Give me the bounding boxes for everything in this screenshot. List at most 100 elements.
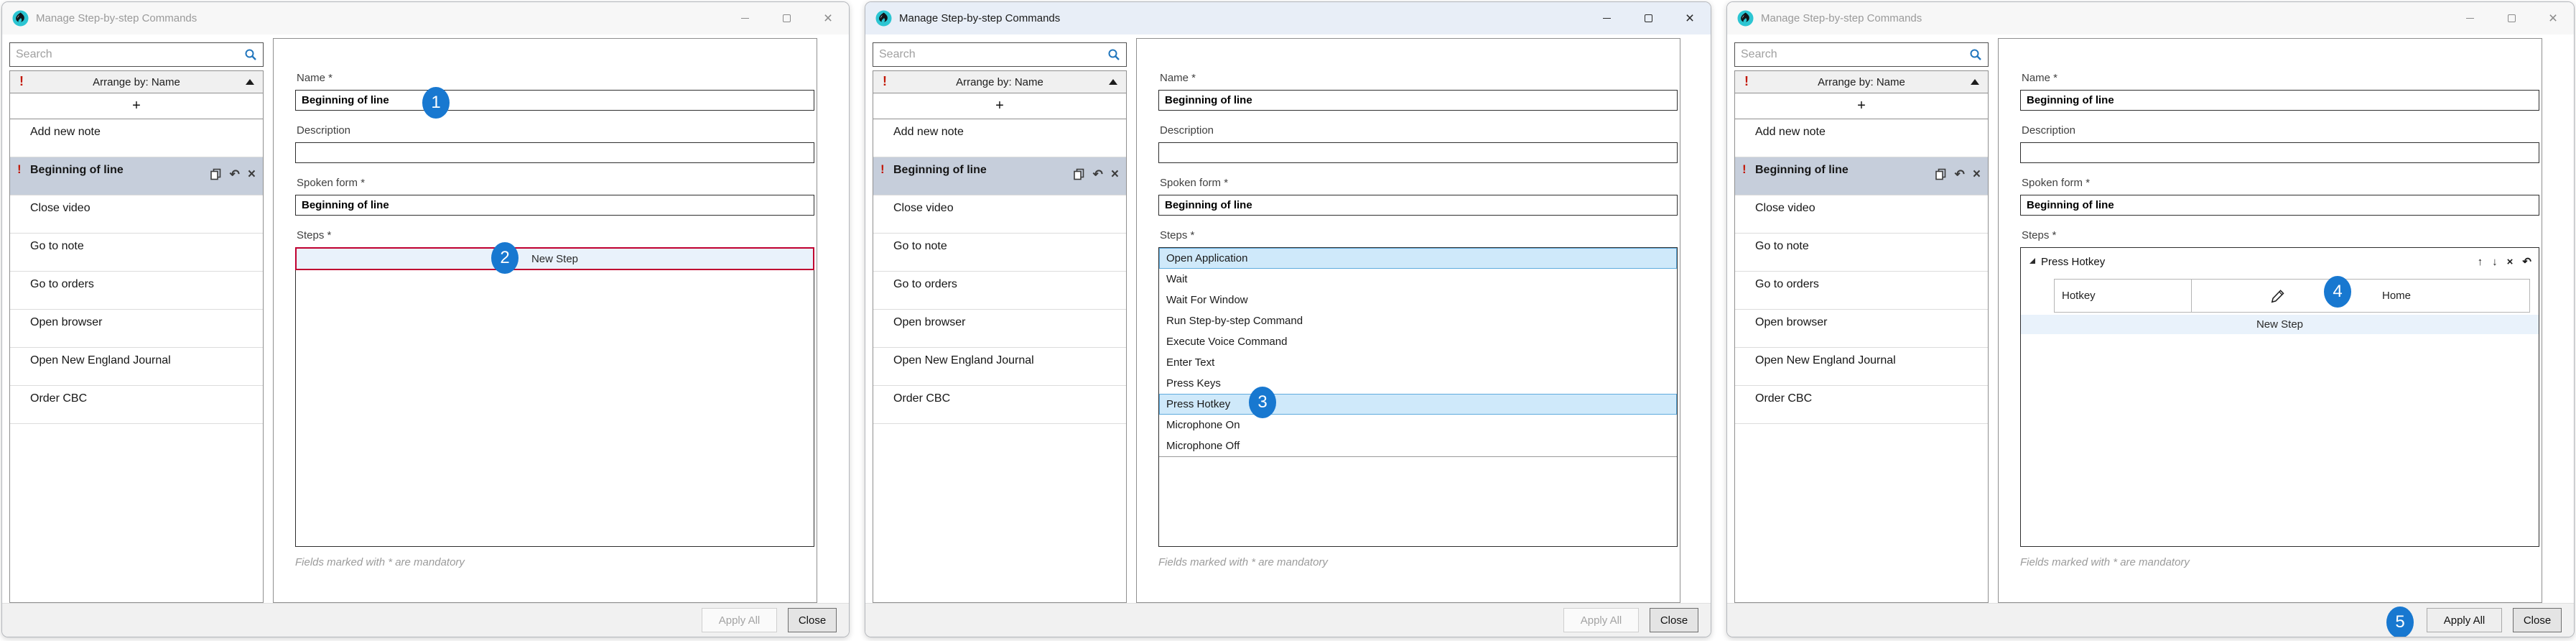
list-item[interactable]: Open browser <box>10 310 263 348</box>
name-field[interactable] <box>2020 90 2539 111</box>
list-item[interactable]: Order CBC <box>10 386 263 424</box>
list-item[interactable]: Go to note <box>1735 234 1988 272</box>
window-3-titlebar[interactable]: Manage Step-by-step Commands × <box>1727 2 2574 34</box>
list-item[interactable]: Open browser <box>873 310 1126 348</box>
expander-icon[interactable] <box>2029 258 2035 264</box>
list-item[interactable]: Close video <box>1735 195 1988 234</box>
step-type-option[interactable]: Enter Text <box>1159 352 1677 373</box>
arrange-by-header[interactable]: ! Arrange by: Name <box>10 71 263 93</box>
list-item[interactable]: Open browser <box>1735 310 1988 348</box>
new-step-button[interactable]: New Step <box>2021 315 2539 334</box>
move-step-down-icon[interactable]: ↓ <box>2492 256 2498 268</box>
step-type-option[interactable]: Wait <box>1159 269 1677 290</box>
list-item-selected[interactable]: ! Beginning of line ↶ × <box>873 157 1126 195</box>
delete-icon[interactable]: × <box>248 167 256 181</box>
close-window-button[interactable]: × <box>1669 2 1711 34</box>
minimize-button[interactable] <box>1586 2 1627 34</box>
move-step-up-icon[interactable]: ↑ <box>2478 256 2483 268</box>
description-field[interactable] <box>2020 142 2539 163</box>
close-button[interactable]: Close <box>2513 608 2562 632</box>
command-search-box[interactable] <box>9 42 264 67</box>
window-2-titlebar[interactable]: Manage Step-by-step Commands × <box>865 2 1711 34</box>
delete-icon[interactable]: × <box>1111 167 1119 181</box>
annotation-badge-2: 2 <box>491 242 519 274</box>
search-input[interactable] <box>10 48 244 61</box>
step-type-option[interactable]: Execute Voice Command <box>1159 331 1677 352</box>
window-1-titlebar[interactable]: Manage Step-by-step Commands × <box>2 2 849 34</box>
list-item-selected[interactable]: ! Beginning of line ↶ × <box>1735 157 1988 195</box>
step-type-option[interactable]: Press Keys <box>1159 373 1677 394</box>
list-item[interactable]: Close video <box>873 195 1126 234</box>
copy-icon[interactable] <box>1935 168 1947 180</box>
list-item[interactable]: Go to note <box>873 234 1126 272</box>
step-header-press-hotkey[interactable]: Press Hotkey ↑ ↓ × ↶ <box>2021 248 2539 275</box>
maximize-icon <box>2508 14 2516 22</box>
window-title: Manage Step-by-step Commands <box>899 12 1060 24</box>
list-item[interactable]: Open New England Journal <box>1735 348 1988 386</box>
close-button[interactable]: Close <box>788 608 837 632</box>
add-command-button[interactable]: + <box>10 93 263 119</box>
spoken-form-field[interactable] <box>295 195 814 216</box>
step-type-option[interactable]: Microphone Off <box>1159 435 1677 456</box>
step-type-option[interactable]: Open Application <box>1159 248 1677 269</box>
list-item[interactable]: Add new note <box>873 119 1126 157</box>
maximize-button[interactable] <box>2491 2 2532 34</box>
undo-icon[interactable]: ↶ <box>1093 168 1103 180</box>
annotation-badge-5: 5 <box>2386 607 2414 637</box>
command-search-box[interactable] <box>1734 42 1989 67</box>
plus-icon: + <box>995 98 1004 114</box>
name-field[interactable] <box>1158 90 1678 111</box>
delete-step-icon[interactable]: × <box>2507 256 2514 268</box>
arrange-by-header[interactable]: ! Arrange by: Name <box>873 71 1126 93</box>
dialog-footer: Apply All Close <box>865 603 1711 637</box>
list-item[interactable]: Order CBC <box>873 386 1126 424</box>
list-item[interactable]: Go to orders <box>873 272 1126 310</box>
undo-icon[interactable]: ↶ <box>1955 168 1965 180</box>
close-icon: × <box>1685 11 1694 26</box>
close-window-button[interactable]: × <box>807 2 849 34</box>
apply-all-button[interactable]: Apply All <box>702 608 777 632</box>
command-editor-panel: Name * Description Spoken form * Steps *… <box>1136 38 1680 603</box>
close-button[interactable]: Close <box>1650 608 1698 632</box>
name-field[interactable] <box>295 90 814 111</box>
undo-icon[interactable]: ↶ <box>230 168 240 180</box>
step-type-option[interactable]: Wait For Window <box>1159 290 1677 310</box>
description-field[interactable] <box>1158 142 1678 163</box>
search-input[interactable] <box>1735 48 1969 61</box>
step-type-option-press-hotkey[interactable]: Press Hotkey <box>1159 394 1677 415</box>
list-item[interactable]: Add new note <box>10 119 263 157</box>
copy-icon[interactable] <box>1073 168 1085 180</box>
copy-icon[interactable] <box>210 168 222 180</box>
new-step-button[interactable]: New Step <box>295 247 814 270</box>
list-item[interactable]: Go to note <box>10 234 263 272</box>
command-search-box[interactable] <box>873 42 1127 67</box>
minimize-button[interactable] <box>724 2 766 34</box>
apply-all-button[interactable]: Apply All <box>2427 608 2502 632</box>
description-field[interactable] <box>295 142 814 163</box>
maximize-button[interactable] <box>766 2 807 34</box>
apply-all-button[interactable]: Apply All <box>1563 608 1639 632</box>
close-window-button[interactable]: × <box>2532 2 2574 34</box>
spoken-form-label: Spoken form * <box>2022 177 2539 190</box>
add-command-button[interactable]: + <box>873 93 1126 119</box>
spoken-form-field[interactable] <box>1158 195 1678 216</box>
list-item[interactable]: Add new note <box>1735 119 1988 157</box>
add-command-button[interactable]: + <box>1735 93 1988 119</box>
list-item[interactable]: Open New England Journal <box>10 348 263 386</box>
search-input[interactable] <box>873 48 1107 61</box>
step-type-option[interactable]: Microphone On <box>1159 415 1677 435</box>
arrange-by-header[interactable]: ! Arrange by: Name <box>1735 71 1988 93</box>
spoken-form-field[interactable] <box>2020 195 2539 216</box>
list-item[interactable]: Go to orders <box>10 272 263 310</box>
list-item-selected[interactable]: ! Beginning of line ↶ × <box>10 157 263 195</box>
list-item[interactable]: Close video <box>10 195 263 234</box>
step-type-option[interactable]: Run Step-by-step Command <box>1159 310 1677 331</box>
list-item[interactable]: Open New England Journal <box>873 348 1126 386</box>
list-item[interactable]: Order CBC <box>1735 386 1988 424</box>
undo-step-icon[interactable]: ↶ <box>2522 255 2531 268</box>
delete-icon[interactable]: × <box>1973 167 1981 181</box>
minimize-button[interactable] <box>2449 2 2491 34</box>
hotkey-value[interactable]: Home <box>2364 280 2529 312</box>
maximize-button[interactable] <box>1627 2 1669 34</box>
list-item[interactable]: Go to orders <box>1735 272 1988 310</box>
